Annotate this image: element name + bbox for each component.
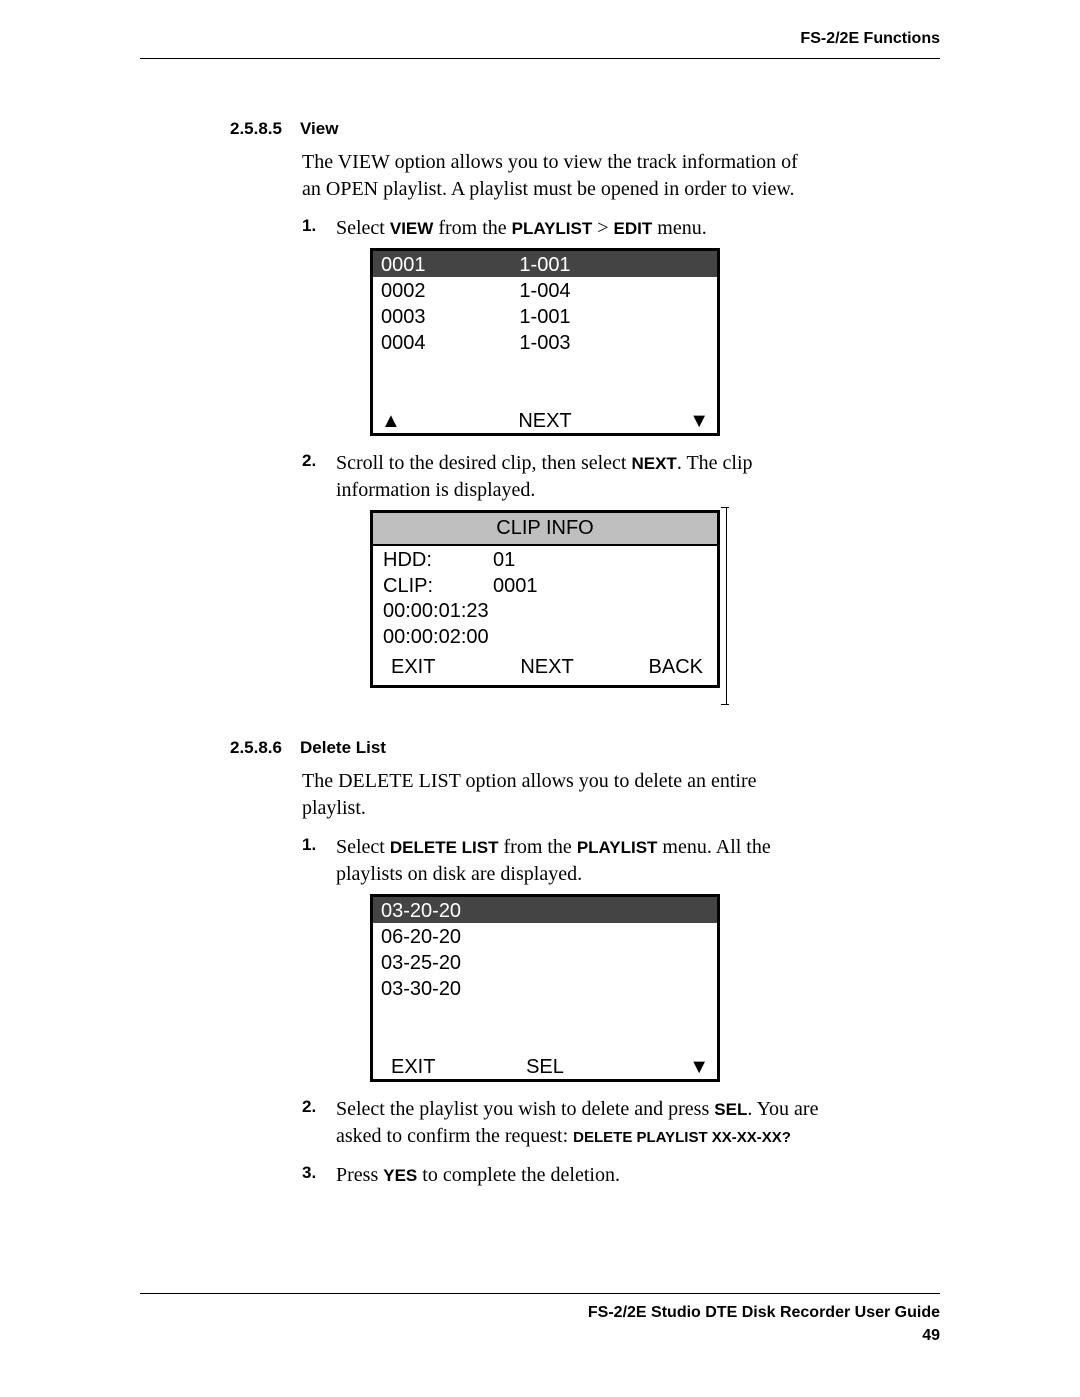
- lcd-screen-delete: 03-20-20 06-20-20 03-25-20: [370, 894, 720, 1082]
- up-arrow-icon: ▲: [381, 408, 490, 435]
- section-intro: The VIEW option allows you to view the t…: [302, 149, 820, 203]
- next-label: NEXT: [495, 654, 599, 681]
- exit-label: EXIT: [381, 1054, 490, 1081]
- list-row: 03-30-20: [373, 975, 717, 1001]
- page-footer: FS-2/2E Studio DTE Disk Recorder User Gu…: [140, 1293, 940, 1347]
- dimension-bracket: [725, 507, 727, 705]
- footer-title: FS-2/2E Studio DTE Disk Recorder User Gu…: [140, 1302, 940, 1324]
- step-item: Scroll to the desired clip, then select …: [302, 450, 820, 688]
- step-item: Select VIEW from the PLAYLIST > EDIT men…: [302, 215, 820, 436]
- list-row: 03-25-20: [373, 949, 717, 975]
- down-arrow-icon: ▼: [600, 408, 709, 435]
- lcd-footer: EXIT NEXT BACK: [373, 650, 717, 685]
- list-row: 0001 1-001: [373, 251, 717, 277]
- lcd-screen-view: 0001 1-001 0002 1-004 0003 1-001: [370, 248, 720, 436]
- next-label: NEXT: [490, 408, 599, 435]
- section-title: View: [300, 119, 338, 139]
- list-row: 0004 1-003: [373, 329, 717, 355]
- lcd-title: CLIP INFO: [373, 513, 717, 546]
- section-heading-view: 2.5.8.5 View: [230, 119, 820, 139]
- step-item: Select the playlist you wish to delete a…: [302, 1096, 820, 1150]
- list-row: 0003 1-001: [373, 303, 717, 329]
- section-number: 2.5.8.6: [230, 738, 282, 758]
- down-arrow-icon: ▼: [600, 1054, 709, 1081]
- timecode-line: 00:00:01:23: [373, 598, 717, 624]
- list-row: 03-20-20: [373, 897, 717, 923]
- exit-label: EXIT: [391, 654, 495, 681]
- timecode-line: 00:00:02:00: [373, 624, 717, 650]
- section-intro: The DELETE LIST option allows you to del…: [302, 768, 820, 822]
- section-number: 2.5.8.5: [230, 119, 282, 139]
- lcd-footer: ▲ NEXT ▼: [373, 407, 717, 433]
- page-header: FS-2/2E Functions: [140, 30, 940, 58]
- info-line: HDD: 01: [373, 546, 717, 572]
- footer-rule: [140, 1293, 940, 1294]
- info-line: CLIP: 0001: [373, 572, 717, 598]
- section-heading-delete: 2.5.8.6 Delete List: [230, 738, 820, 758]
- page-number: 49: [140, 1325, 940, 1347]
- list-row: 0002 1-004: [373, 277, 717, 303]
- section-title: Delete List: [300, 738, 386, 758]
- lcd-footer: EXIT SEL ▼: [373, 1053, 717, 1079]
- sel-label: SEL: [490, 1054, 599, 1081]
- step-item: Press YES to complete the deletion.: [302, 1162, 820, 1189]
- step-item: Select DELETE LIST from the PLAYLIST men…: [302, 834, 820, 1082]
- lcd-screen-clipinfo: CLIP INFO HDD: 01 CLIP: 0001 00:00:01:23…: [370, 510, 720, 688]
- back-label: BACK: [599, 654, 703, 681]
- list-row: 06-20-20: [373, 923, 717, 949]
